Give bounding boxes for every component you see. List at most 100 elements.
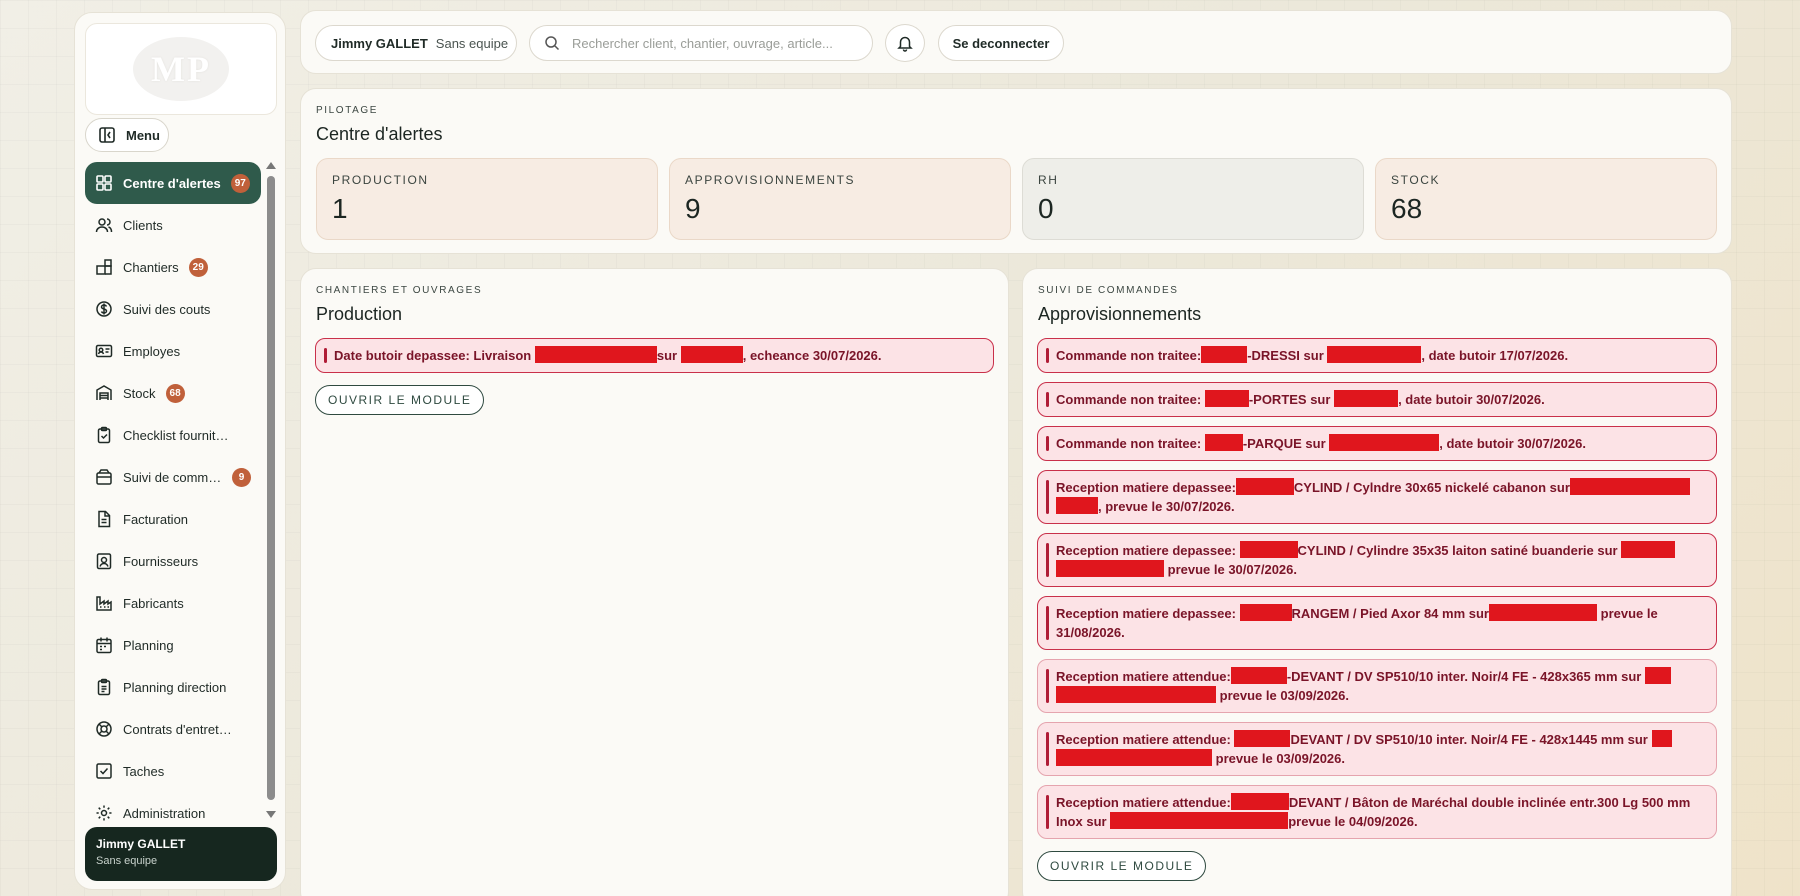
- supply-alert-item[interactable]: Reception matiere depassee: CYLIND / Cyln…: [1037, 470, 1717, 524]
- redacted-block: [534, 346, 657, 363]
- section-kicker: SUIVI DE COMMANDES: [1038, 285, 1179, 296]
- alert-text: RANGEM / Pied Axor 84 mm sur: [1291, 606, 1489, 621]
- sidebar-item-label: Fabricants: [123, 595, 184, 611]
- stat-card-rh[interactable]: RH 0: [1022, 158, 1364, 240]
- alert-text: , date butoir 17/07/2026.: [1421, 348, 1569, 363]
- sidebar-item-checklist-fournitures[interactable]: Checklist fournitures: [85, 414, 261, 456]
- alert-text: CYLIND / Cylindre 35x35 laiton satiné bu…: [1297, 543, 1618, 558]
- redacted-block: [1329, 434, 1440, 451]
- user-team: Sans equipe: [435, 35, 509, 51]
- stat-card-approvisionnements[interactable]: APPROVISIONNEMENTS 9: [669, 158, 1011, 240]
- scroll-down-arrow-icon[interactable]: [266, 811, 276, 818]
- stat-value: 68: [1391, 193, 1423, 224]
- redacted-block: [1621, 541, 1676, 558]
- stat-value: 9: [685, 193, 701, 224]
- notifications-button[interactable]: [885, 24, 925, 62]
- sidebar-item-centre-alertes[interactable]: Centre d'alertes 97: [85, 162, 261, 204]
- stat-label: APPROVISIONNEMENTS: [685, 173, 856, 187]
- logout-button[interactable]: Se deconnecter: [938, 25, 1064, 61]
- user-card-team: Sans equipe: [96, 855, 158, 867]
- sidebar-toggle-icon: [99, 127, 115, 143]
- sidebar-item-chantiers[interactable]: Chantiers 29: [85, 246, 261, 288]
- lifebuoy-icon: [96, 721, 112, 737]
- sidebar-item-planning-direction[interactable]: Planning direction: [85, 666, 261, 708]
- supply-alert-item[interactable]: Reception matiere depassee: CYLIND / Cyl…: [1037, 533, 1717, 587]
- alert-text: Commande non traitee:: [1056, 392, 1202, 407]
- id-card-icon: [95, 344, 113, 358]
- redacted-block: [1234, 730, 1291, 747]
- user-pill[interactable]: Jimmy GALLET Sans equipe: [315, 25, 517, 61]
- alert-text: sur: [656, 348, 678, 363]
- dollar-icon: [96, 301, 112, 317]
- redacted-block: [1230, 793, 1289, 810]
- sidebar-item-label: Chantiers: [123, 259, 179, 275]
- dashboard-icon: [96, 175, 112, 191]
- scroll-up-arrow-icon[interactable]: [266, 162, 276, 169]
- supply-alert-item[interactable]: Reception matiere depassee: RANGEM / Pie…: [1037, 596, 1717, 650]
- alert-text: , date butoir 30/07/2026.: [1398, 392, 1545, 407]
- alert-text: Reception matiere attendue:: [1056, 795, 1231, 810]
- sidebar-item-label: Clients: [123, 217, 163, 233]
- sidebar-item-employes[interactable]: Employes: [85, 330, 261, 372]
- alert-text: -PORTES sur: [1248, 392, 1331, 407]
- supply-alert-item[interactable]: Reception matiere attendue: DEVANT / DV …: [1037, 722, 1717, 776]
- sidebar: MP Menu Centre d'alertes 97 Clients Chan…: [74, 12, 286, 890]
- sidebar-item-suivi-commandes[interactable]: Suivi de commandes 9: [85, 456, 261, 498]
- sidebar-item-label: Checklist fournitures: [123, 427, 233, 443]
- redacted-block: [1110, 812, 1289, 829]
- stat-value: 1: [332, 193, 348, 224]
- sidebar-item-suivi-couts[interactable]: Suivi des couts: [85, 288, 261, 330]
- stat-card-stock[interactable]: STOCK 68: [1375, 158, 1717, 240]
- users-icon: [95, 218, 113, 233]
- user-name: Jimmy GALLET: [331, 35, 428, 51]
- sidebar-item-label: Stock: [123, 385, 156, 401]
- search-input[interactable]: Rechercher client, chantier, ouvrage, ar…: [529, 25, 873, 61]
- supply-alert-item[interactable]: Commande non traitee: -PARQUE sur , date…: [1037, 426, 1717, 461]
- stat-card-production[interactable]: PRODUCTION 1: [316, 158, 658, 240]
- clipboard-check-icon: [97, 426, 111, 444]
- alerts-center-panel: PILOTAGE Centre d'alertes PRODUCTION 1 A…: [300, 88, 1732, 254]
- open-supply-module-button[interactable]: OUVRIR LE MODULE: [1037, 851, 1207, 881]
- supply-alert-item[interactable]: Reception matiere attendue: DEVANT / Bâto…: [1037, 785, 1717, 839]
- alert-text: prevue le 30/07/2026.: [1167, 562, 1297, 577]
- redacted-block: [680, 346, 743, 363]
- redacted-block: [1644, 667, 1671, 684]
- sidebar-item-stock[interactable]: Stock 68: [85, 372, 261, 414]
- stat-label: STOCK: [1391, 173, 1441, 187]
- alert-text: DEVANT / DV SP510/10 inter. Noir/4 FE - …: [1290, 732, 1648, 747]
- alert-text: , echeance 30/07/2026.: [742, 348, 882, 363]
- sidebar-item-contrats-entretien[interactable]: Contrats d'entretien: [85, 708, 261, 750]
- redacted-block: [1327, 346, 1422, 363]
- scrollbar-thumb[interactable]: [267, 176, 275, 800]
- sidebar-nav: Centre d'alertes 97 Clients Chantiers 29…: [85, 162, 261, 834]
- sidebar-item-label: Planning: [123, 637, 174, 653]
- sidebar-item-fournisseurs[interactable]: Fournisseurs: [85, 540, 261, 582]
- sidebar-scrollbar[interactable]: [265, 162, 277, 818]
- alert-text: -DEVANT / DV SP510/10 inter. Noir/4 FE -…: [1286, 669, 1642, 684]
- gear-icon: [96, 805, 112, 821]
- open-production-module-button[interactable]: OUVRIR LE MODULE: [315, 385, 485, 415]
- sidebar-item-fabricants[interactable]: Fabricants: [85, 582, 261, 624]
- redacted-block: [1235, 478, 1294, 495]
- supply-alert-item[interactable]: Reception matiere attendue: -DEVANT / DV …: [1037, 659, 1717, 713]
- sidebar-item-label: Planning direction: [123, 679, 227, 695]
- sidebar-item-clients[interactable]: Clients: [85, 204, 261, 246]
- stock-count-badge: 68: [165, 383, 185, 403]
- production-alert-item[interactable]: Date butoir depassee: Livraison sur , ec…: [315, 338, 994, 373]
- sidebar-item-planning[interactable]: Planning: [85, 624, 261, 666]
- sidebar-item-label: Centre d'alertes: [123, 175, 221, 191]
- blocks-icon: [96, 259, 112, 275]
- menu-toggle-button[interactable]: Menu: [85, 118, 169, 152]
- supply-alert-item[interactable]: Commande non traitee: -PORTES sur , date…: [1037, 382, 1717, 417]
- chantiers-count-badge: 29: [188, 257, 208, 277]
- alert-text: prevue le 03/09/2026.: [1219, 688, 1349, 703]
- supply-alert-item[interactable]: Commande non traitee: -DRESSI sur , date …: [1037, 338, 1717, 373]
- sidebar-item-label: Suivi de commandes: [123, 469, 222, 485]
- sidebar-item-taches[interactable]: Taches: [85, 750, 261, 792]
- sidebar-item-facturation[interactable]: Facturation: [85, 498, 261, 540]
- factory-icon: [96, 596, 112, 611]
- alert-text: Commande non traitee:: [1056, 348, 1202, 363]
- search-icon: [545, 36, 560, 51]
- user-card[interactable]: Jimmy GALLET Sans equipe: [85, 827, 277, 881]
- redacted-block: [1204, 390, 1249, 407]
